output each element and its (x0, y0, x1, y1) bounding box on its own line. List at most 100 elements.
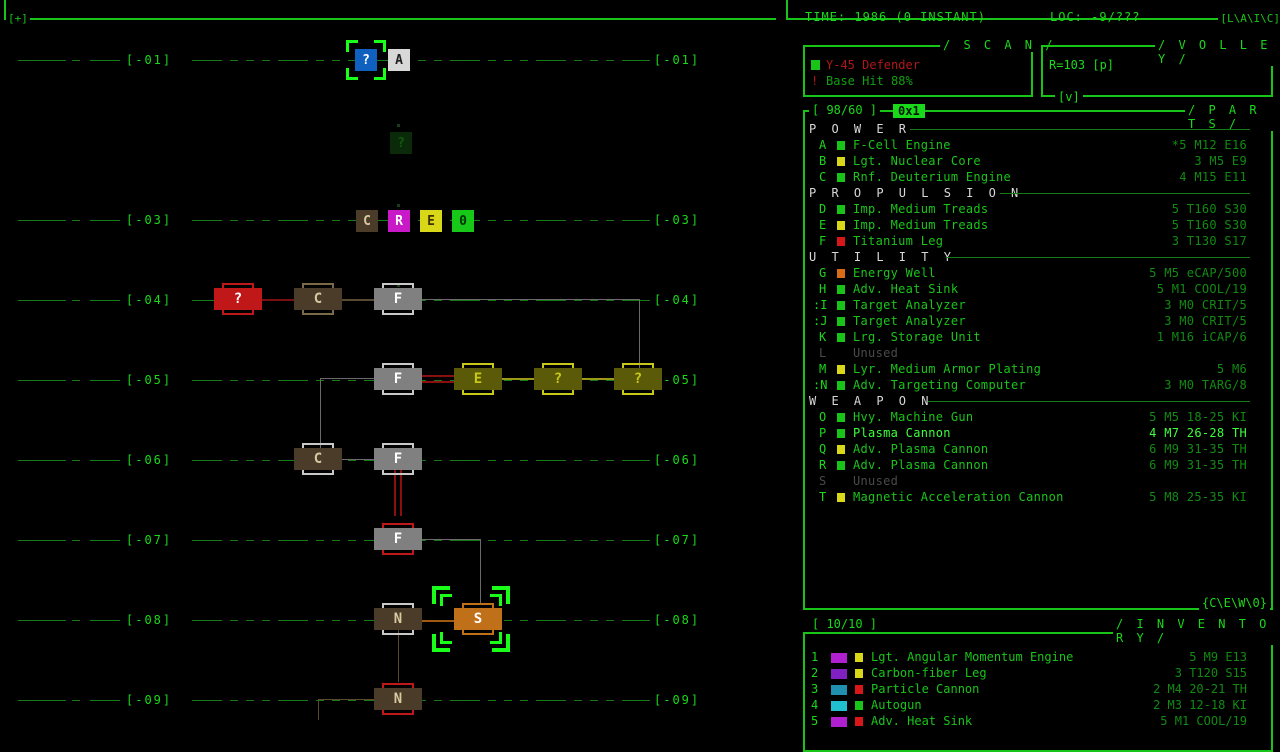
map-part-tile[interactable]: ? (355, 49, 377, 71)
inventory-row[interactable]: 3 Particle Cannon 2 M4 20-21 TH (795, 682, 1265, 698)
parts-row-integrity-dot (837, 493, 845, 502)
parts-multiplier-badge[interactable]: 0x1 (893, 104, 925, 118)
parts-row-stats: 3 M0 CRIT/5 (1164, 298, 1247, 312)
location-readout: LOC: -9/??? (1050, 10, 1141, 24)
log-expand-marker[interactable]: [+] (6, 12, 30, 25)
inventory-row-name: Particle Cannon (871, 682, 980, 696)
parts-row-stats: 5 M5 eCAP/500 (1149, 266, 1247, 280)
parts-row[interactable]: :N Adv. Targeting Computer 3 M0 TARG/8 (795, 378, 1265, 394)
parts-row[interactable]: T Magnetic Acceleration Cannon 5 M8 25-35 … (795, 490, 1265, 506)
inventory-row[interactable]: 1 Lgt. Angular Momentum Engine 5 M9 E13 (795, 650, 1265, 666)
map-part-tile[interactable]: A (388, 49, 410, 71)
map-row-label: [-08] (126, 613, 173, 627)
map-part-node[interactable]: E (454, 363, 502, 395)
parts-row[interactable]: L Unused (795, 346, 1265, 362)
inventory-row[interactable]: 5 Adv. Heat Sink 5 M1 COOL/19 (795, 714, 1265, 730)
parts-row-integrity-dot (837, 333, 845, 342)
map-part-tile[interactable]: E (420, 210, 442, 232)
map-row-label-right: [-09] (650, 693, 705, 707)
parts-row-name: Imp. Medium Treads (853, 202, 989, 216)
parts-row-slot: G (819, 266, 827, 280)
map-connection-line (318, 699, 319, 720)
inventory-row-integrity-dot (855, 653, 863, 662)
parts-row-name: Lyr. Medium Armor Plating (853, 362, 1042, 376)
parts-row[interactable]: D Imp. Medium Treads 5 T160 S30 (795, 202, 1265, 218)
parts-row-slot: O (819, 410, 827, 424)
inventory-item-icon (831, 717, 847, 727)
map-part-node[interactable]: N (374, 683, 422, 715)
map-row-label: [-06] (126, 453, 173, 467)
parts-row[interactable]: G Energy Well 5 M5 eCAP/500 (795, 266, 1265, 282)
parts-row-slot: C (819, 170, 827, 184)
parts-row[interactable]: Q Adv. Plasma Cannon 6 M9 31-35 TH (795, 442, 1265, 458)
parts-row[interactable]: C Rnf. Deuterium Engine 4 M15 E11 (795, 170, 1265, 186)
parts-row[interactable]: M Lyr. Medium Armor Plating 5 M6 (795, 362, 1265, 378)
map-part-node[interactable]: ? (214, 283, 262, 315)
map-view[interactable]: [-01] [-01] [-03] [-03] [-04] [-04] [-05] [-05]… (0, 34, 795, 720)
parts-row[interactable]: P Plasma Cannon 4 M7 26-28 TH (795, 426, 1265, 442)
parts-panel-title: / P A R T S / (1185, 103, 1280, 131)
map-part-tile[interactable]: ? (390, 132, 412, 154)
map-part-node[interactable]: C (294, 283, 342, 315)
parts-row[interactable]: E Imp. Medium Treads 5 T160 S30 (795, 218, 1265, 234)
parts-group-rule (946, 257, 1250, 258)
parts-row-name: Energy Well (853, 266, 936, 280)
parts-group-header: P O W E R (809, 122, 911, 136)
volley-panel-title: / V O L L E Y / (1155, 38, 1280, 66)
map-row-label: [-07] (126, 533, 173, 547)
parts-row-slot: H (819, 282, 827, 296)
map-part-node[interactable]: ? (534, 363, 582, 395)
parts-row[interactable]: :J Target Analyzer 3 M0 CRIT/5 (795, 314, 1265, 330)
parts-row[interactable]: S Unused (795, 474, 1265, 490)
map-part-node[interactable]: S (454, 603, 502, 635)
parts-row[interactable]: O Hvy. Machine Gun 5 M5 18-25 KI (795, 410, 1265, 426)
parts-row-integrity-dot (837, 157, 845, 166)
parts-row-name: Adv. Plasma Cannon (853, 458, 989, 472)
parts-row-stats: *5 M12 E16 (1171, 138, 1247, 152)
map-connection-line (258, 299, 296, 301)
map-part-tile[interactable]: 0 (452, 210, 474, 232)
parts-group-rule (910, 129, 1250, 130)
parts-group-header: P R O P U L S I O N (809, 186, 1023, 200)
map-part-node[interactable]: F (374, 443, 422, 475)
map-part-node[interactable]: ? (614, 363, 662, 395)
parts-row[interactable]: F Titanium Leg 3 T130 S17 (795, 234, 1265, 250)
volley-footer-tag: [v] (1055, 90, 1083, 104)
parts-row-name: Hvy. Machine Gun (853, 410, 974, 424)
map-row-label: [-05] (126, 373, 173, 387)
map-part-tile[interactable]: R (388, 210, 410, 232)
map-connection-line (400, 470, 402, 516)
log-panel-left-frame (4, 0, 776, 20)
parts-row-integrity-dot (837, 381, 845, 390)
map-row-label: [-01] (126, 53, 173, 67)
log-panel-left: A-07 SERF DESTROYED. [+] (0, 0, 780, 25)
inventory-row-stats: 3 T120 S15 (1174, 666, 1247, 680)
parts-row[interactable]: A F-Cell Engine *5 M12 E16 (795, 138, 1265, 154)
parts-row[interactable]: B Lgt. Nuclear Core 3 M5 E9 (795, 154, 1265, 170)
map-part-node[interactable]: N (374, 603, 422, 635)
parts-group-rule (1000, 193, 1250, 194)
map-part-node[interactable]: C (294, 443, 342, 475)
map-node-glyph: C (294, 448, 342, 470)
inventory-row-index: 4 (811, 698, 819, 712)
hud-panel: TIME: 1986 (0 INSTANT) LOC: -9/??? / S C… (795, 0, 1280, 752)
parts-row-name: F-Cell Engine (853, 138, 951, 152)
parts-row-slot: :I (813, 298, 828, 312)
map-connection-line (318, 699, 376, 700)
parts-row[interactable]: H Adv. Heat Sink 5 M1 COOL/19 (795, 282, 1265, 298)
map-connection-line (338, 459, 376, 460)
inventory-row[interactable]: 2 Carbon-fiber Leg 3 T120 S15 (795, 666, 1265, 682)
parts-row[interactable]: R Adv. Plasma Cannon 6 M9 31-35 TH (795, 458, 1265, 474)
map-part-node[interactable]: F (374, 283, 422, 315)
map-part-node[interactable]: F (374, 363, 422, 395)
map-connection-line (500, 378, 536, 380)
map-connection-line (420, 539, 480, 540)
inventory-row[interactable]: 4 Autogun 2 M3 12-18 KI (795, 698, 1265, 714)
time-readout: TIME: 1986 (0 INSTANT) (805, 10, 986, 24)
map-part-node[interactable]: F (374, 523, 422, 555)
map-node-glyph: S (454, 608, 502, 630)
map-node-glyph: N (374, 688, 422, 710)
parts-row[interactable]: K Lrg. Storage Unit 1 M16 iCAP/6 (795, 330, 1265, 346)
parts-row[interactable]: :I Target Analyzer 3 M0 CRIT/5 (795, 298, 1265, 314)
map-part-tile[interactable]: C (356, 210, 378, 232)
